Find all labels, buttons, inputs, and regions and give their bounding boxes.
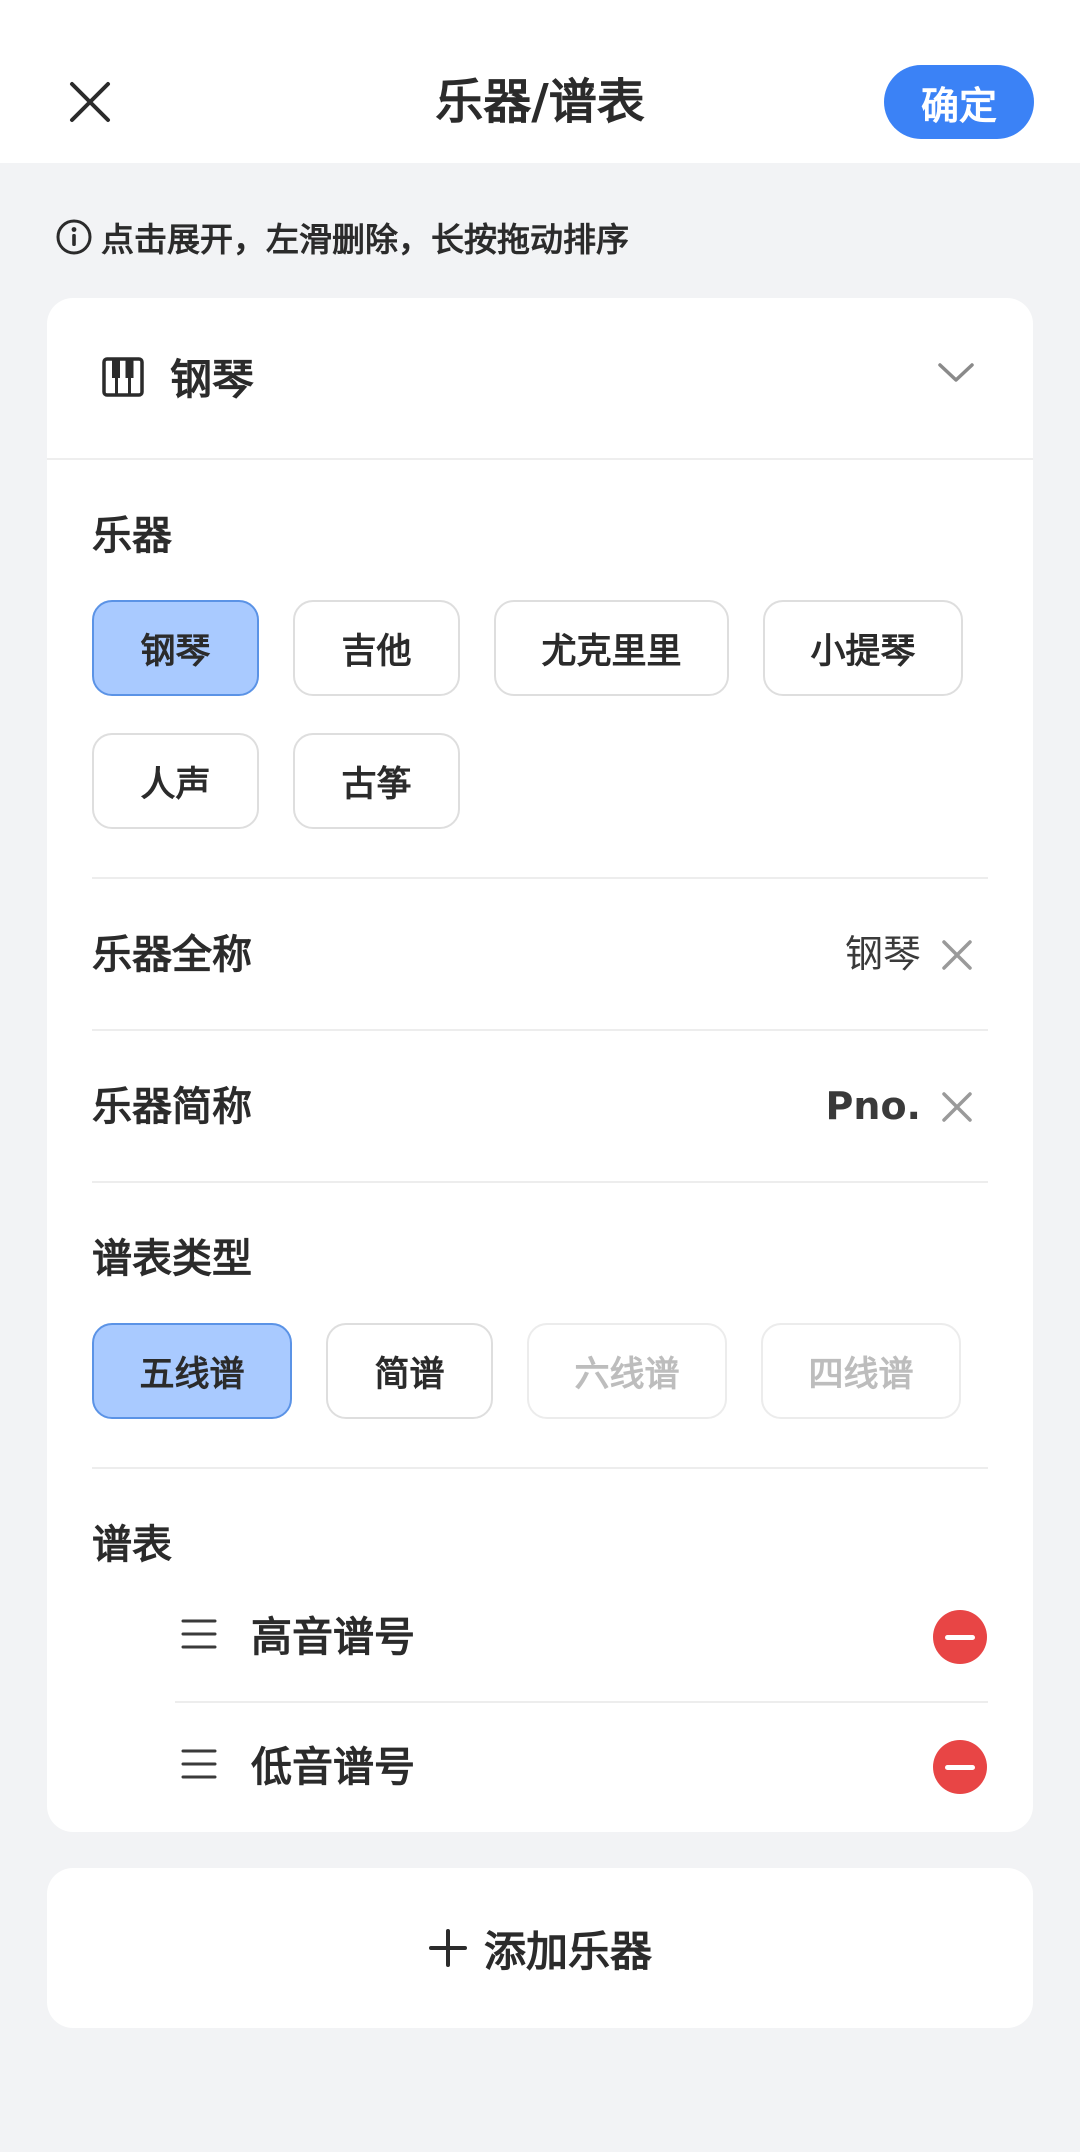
instrument-option-vocal[interactable]: 人声: [92, 733, 259, 829]
remove-staff-button[interactable]: [933, 1610, 987, 1664]
confirm-button[interactable]: 确定: [884, 65, 1034, 139]
remove-staff-button[interactable]: [933, 1740, 987, 1794]
staff-type-label: 谱表类型: [92, 1236, 252, 1282]
top-bar: 乐器/谱表 确定: [0, 0, 1080, 163]
full-name-value[interactable]: 钢琴: [845, 928, 921, 980]
add-instrument-content: 添加乐器: [428, 1918, 652, 1979]
minus-icon: [945, 1634, 975, 1640]
short-name-label: 乐器简称: [92, 1084, 252, 1130]
instrument-option-guzheng[interactable]: 古筝: [293, 733, 460, 829]
divider: [92, 1181, 988, 1183]
divider: [92, 877, 988, 879]
clear-icon[interactable]: [941, 1091, 973, 1123]
info-icon: [55, 218, 93, 256]
instrument-option-piano[interactable]: 钢琴: [92, 600, 259, 696]
staff-row[interactable]: 低音谱号: [47, 1707, 1033, 1827]
staff-type-option-numbered[interactable]: 简谱: [326, 1323, 493, 1419]
staff-type-option-six-line: 六线谱: [527, 1323, 727, 1419]
instrument-option-violin[interactable]: 小提琴: [763, 600, 963, 696]
full-name-label: 乐器全称: [92, 932, 252, 978]
staff-type-option-standard[interactable]: 五线谱: [92, 1323, 292, 1419]
staff-name: 低音谱号: [251, 1743, 415, 1791]
drag-handle-icon[interactable]: [181, 1747, 217, 1781]
instrument-option-ukulele[interactable]: 尤克里里: [494, 600, 729, 696]
staff-row[interactable]: 高音谱号: [47, 1577, 1033, 1697]
divider: [92, 1467, 988, 1469]
short-name-value[interactable]: Pno.: [826, 1080, 921, 1132]
hint-text: 点击展开，左滑删除，长按拖动排序: [101, 220, 629, 259]
divider: [92, 1029, 988, 1031]
instrument-section-label: 乐器: [92, 513, 172, 559]
instrument-card-header[interactable]: 钢琴: [47, 298, 1033, 460]
staves-label: 谱表: [92, 1522, 172, 1568]
piano-icon: [101, 356, 145, 398]
instrument-card: 钢琴 乐器 钢琴 吉他 尤克里里 小提琴 人声 古筝 乐器全称 钢琴 乐器简称 …: [47, 298, 1033, 1832]
divider: [175, 1701, 988, 1703]
hint-bar: 点击展开，左滑删除，长按拖动排序: [55, 212, 629, 262]
staff-type-option-four-line: 四线谱: [761, 1323, 961, 1419]
instrument-option-guitar[interactable]: 吉他: [293, 600, 460, 696]
chevron-down-icon[interactable]: [937, 360, 975, 386]
clear-icon[interactable]: [941, 939, 973, 971]
drag-handle-icon[interactable]: [181, 1617, 217, 1651]
add-instrument-button[interactable]: 添加乐器: [47, 1868, 1033, 2028]
staff-name: 高音谱号: [251, 1613, 415, 1661]
instrument-card-title: 钢琴: [170, 355, 255, 404]
plus-icon: [428, 1928, 468, 1968]
minus-icon: [945, 1764, 975, 1770]
add-instrument-label: 添加乐器: [483, 1926, 652, 1976]
